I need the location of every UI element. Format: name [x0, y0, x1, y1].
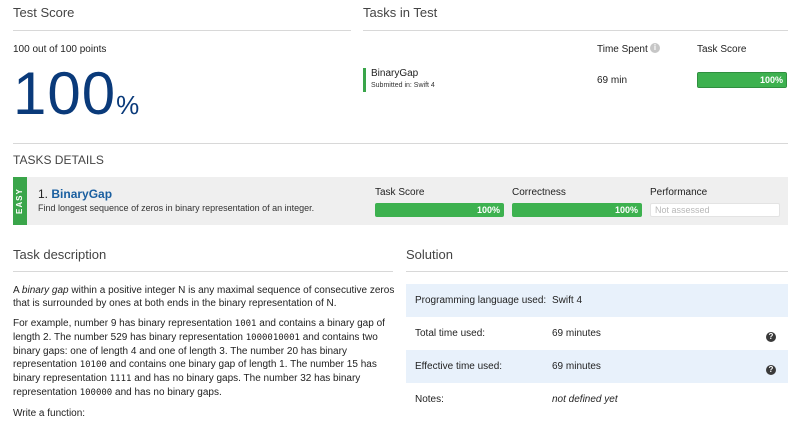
divider [406, 271, 788, 272]
task-detail-heading: 1. BinaryGap [38, 187, 112, 201]
score-percent-value: 100 [13, 60, 117, 127]
tasks-in-test-title: Tasks in Test [363, 5, 438, 20]
task-time-spent: 69 min [597, 75, 628, 86]
score-percent-sign: % [116, 90, 140, 120]
divider [13, 143, 788, 144]
task-summary: Find longest sequence of zeros in binary… [38, 203, 315, 213]
help-icon[interactable]: ? [766, 332, 776, 342]
task-submitted: Submitted in: Swift 4 [371, 82, 435, 89]
task-details-card [13, 177, 788, 225]
description-paragraph: Write a function: [13, 408, 86, 419]
description-paragraph: For example, number 9 has binary represe… [13, 318, 385, 398]
task-description-title: Task description [13, 247, 107, 262]
points-text: 100 out of 100 points [13, 44, 107, 55]
help-icon[interactable]: ? [766, 365, 776, 375]
divider [13, 30, 351, 31]
divider [363, 30, 788, 31]
col-task-score-detail: Task Score [375, 187, 425, 198]
task-number: 1. [38, 187, 49, 201]
solution-title: Solution [406, 247, 453, 262]
col-performance: Performance [650, 187, 708, 198]
solution-row-total-time: Total time used: 69 minutes ? [406, 317, 788, 350]
task-description-body: A binary gap within a positive integer N… [13, 284, 396, 425]
col-correctness: Correctness [512, 187, 566, 198]
test-score-title: Test Score [13, 5, 75, 20]
tasks-details-title: TASKS DETAILS [13, 153, 104, 167]
task-detail-link[interactable]: BinaryGap [51, 187, 112, 201]
solution-row-effective-time: Effective time used: 69 minutes ? [406, 350, 788, 383]
divider [13, 271, 393, 272]
solution-row-notes: Notes: not defined yet [415, 394, 618, 405]
col-task-score: Task Score [697, 44, 747, 55]
task-score-bar: 100% [698, 73, 786, 87]
performance-bar: Not assessed [650, 203, 780, 217]
task-score-bar-track: 100% [697, 72, 787, 88]
description-paragraph: A binary gap within a positive integer N… [13, 285, 395, 309]
task-score-detail-bar: 100% [375, 203, 504, 217]
info-icon[interactable]: i [650, 43, 660, 53]
task-link-binarygap[interactable]: BinaryGap [371, 68, 418, 79]
col-time-spent: Time Spent [597, 44, 648, 55]
difficulty-badge: EASY [13, 177, 27, 225]
solution-row-language: Programming language used: Swift 4 [406, 284, 788, 317]
correctness-bar: 100% [512, 203, 642, 217]
big-score: 100% [13, 64, 139, 124]
task-indicator [363, 68, 366, 92]
